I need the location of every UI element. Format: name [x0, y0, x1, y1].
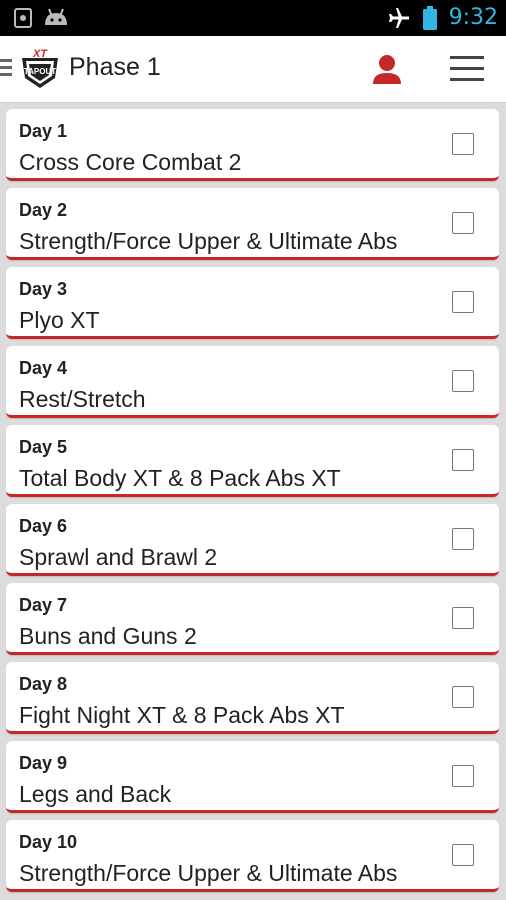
drawer-indicator-icon[interactable]: [0, 59, 14, 80]
status-time: 9:32: [448, 5, 498, 30]
day-label: Day 10: [19, 832, 78, 852]
list-item[interactable]: Day 3 Plyo XT: [6, 267, 499, 339]
status-bar: 9:32: [0, 0, 506, 36]
day-label: Day 9: [19, 753, 68, 773]
day-label: Day 1: [19, 121, 68, 141]
workout-name: Sprawl and Brawl 2: [19, 544, 218, 570]
day-checkbox[interactable]: [452, 765, 474, 787]
page-title: Phase 1: [69, 53, 161, 81]
workout-name: Plyo XT: [19, 307, 100, 333]
airplane-icon: [387, 6, 411, 30]
day-checkbox[interactable]: [452, 607, 474, 629]
day-label: Day 4: [19, 358, 68, 378]
svg-text:XT: XT: [32, 48, 48, 60]
list-item[interactable]: Day 6 Sprawl and Brawl 2: [6, 504, 499, 576]
list-item[interactable]: Day 5 Total Body XT & 8 Pack Abs XT: [6, 425, 499, 497]
battery-icon: [422, 5, 437, 30]
day-label: Day 3: [19, 279, 68, 299]
list-item[interactable]: Day 1 Cross Core Combat 2: [6, 109, 499, 181]
app-bar: XT TAPOUT Phase 1: [0, 36, 506, 103]
workout-name: Buns and Guns 2: [19, 623, 197, 649]
list-item[interactable]: Day 10 Strength/Force Upper & Ultimate A…: [6, 820, 499, 892]
menu-icon[interactable]: [450, 56, 484, 86]
workout-name: Cross Core Combat 2: [19, 149, 242, 175]
day-label: Day 7: [19, 595, 68, 615]
day-checkbox[interactable]: [452, 528, 474, 550]
screenshot-icon: [14, 7, 32, 29]
day-label: Day 8: [19, 674, 68, 694]
workout-name: Fight Night XT & 8 Pack Abs XT: [19, 702, 345, 728]
day-checkbox[interactable]: [452, 212, 474, 234]
workout-name: Rest/Stretch: [19, 386, 146, 412]
day-label: Day 5: [19, 437, 68, 457]
svg-text:TAPOUT: TAPOUT: [24, 67, 56, 76]
workout-name: Strength/Force Upper & Ultimate Abs: [19, 860, 398, 886]
workout-name: Legs and Back: [19, 781, 172, 807]
day-checkbox[interactable]: [452, 370, 474, 392]
day-label: Day 6: [19, 516, 68, 536]
day-label: Day 2: [19, 200, 68, 220]
list-item[interactable]: Day 7 Buns and Guns 2: [6, 583, 499, 655]
day-checkbox[interactable]: [452, 133, 474, 155]
day-checkbox[interactable]: [452, 291, 474, 313]
day-checkbox[interactable]: [452, 844, 474, 866]
day-checkbox[interactable]: [452, 686, 474, 708]
list-item[interactable]: Day 9 Legs and Back: [6, 741, 499, 813]
list-item[interactable]: Day 4 Rest/Stretch: [6, 346, 499, 418]
profile-icon[interactable]: [371, 52, 403, 86]
tapout-logo[interactable]: XT TAPOUT: [20, 48, 60, 92]
list-item[interactable]: Day 2 Strength/Force Upper & Ultimate Ab…: [6, 188, 499, 260]
workout-name: Strength/Force Upper & Ultimate Abs: [19, 228, 398, 254]
day-checkbox[interactable]: [452, 449, 474, 471]
android-icon: [42, 7, 70, 29]
list-item[interactable]: Day 8 Fight Night XT & 8 Pack Abs XT: [6, 662, 499, 734]
workout-name: Total Body XT & 8 Pack Abs XT: [19, 465, 341, 491]
